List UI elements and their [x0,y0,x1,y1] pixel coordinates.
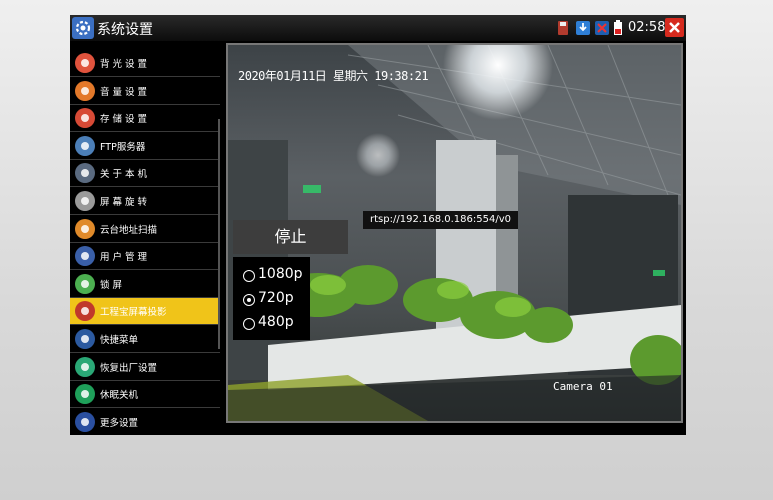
menu-item-label: 用 户 管 理 [100,252,148,264]
menu-item-label: 背 光 设 置 [100,59,148,70]
menu-item-label: 更多设置 [100,417,139,429]
download-icon [576,21,590,35]
stop-button[interactable]: 停止 [233,220,348,254]
battery-icon [614,20,622,35]
menu-item-label: 工程宝屏幕投影 [100,307,167,319]
radio-checked-icon [243,294,255,306]
close-button[interactable] [665,18,684,37]
menu-item-more[interactable]: 更多设置 [70,409,220,435]
title-bar: 系统设置 02:58 [70,15,686,41]
menu-item-backlight[interactable]: 背 光 设 置 [70,50,220,77]
menu-item-label: 音 量 设 置 [100,86,148,98]
menu-item-projection[interactable]: 工程宝屏幕投影 [70,298,220,326]
radio-unchecked-icon [243,318,255,330]
menu-item-label: 恢复出厂设置 [100,362,158,374]
menu-item-label: 休眠关机 [100,390,139,402]
ptz-scan-icon [75,218,95,239]
user-icon [75,246,95,267]
volume-icon [75,80,95,101]
more-icon [75,411,95,432]
projection-icon [75,301,95,322]
menu-item-rotate[interactable]: 屏 幕 旋 转 [70,188,220,215]
menu-item-ftp[interactable]: FTP服务器 [70,133,220,160]
network-icon [595,21,609,35]
restore-icon [75,356,95,377]
menu-item-lock[interactable]: 锁 屏 [70,271,220,298]
menu-item-label: 关 于 本 机 [100,169,148,181]
lock-icon [75,273,95,294]
shortcut-icon [75,329,95,349]
sd-card-icon [558,21,568,35]
menu-item-label: 快捷菜单 [100,335,139,346]
menu-item-label: 屏 幕 旋 转 [100,197,148,208]
resolution-panel: 1080p 720p 480p [233,257,310,340]
menu-item-shortcut[interactable]: 快捷菜单 [70,326,220,353]
device-screen: 系统设置 02:58 背 光 设 置音 量 设 置存 储 设 置 FTP服务器关 … [70,15,686,435]
menu-item-label: 锁 屏 [100,279,123,291]
menu-item-label: 云台地址扫描 [100,224,158,236]
resolution-label: 1080p [258,266,303,282]
rotate-icon [75,191,95,211]
menu-item-volume[interactable]: 音 量 设 置 [70,78,220,105]
settings-menu: 背 光 设 置音 量 设 置存 储 设 置 FTP服务器关 于 本 机屏 幕 旋 … [70,41,220,435]
menu-item-label: 存 储 设 置 [100,114,148,126]
rtsp-url: rtsp://192.168.0.186:554/v0 [363,211,518,229]
menu-item-sleep[interactable]: 休眠关机 [70,381,220,409]
sleep-icon [75,384,95,405]
storage-icon [75,108,95,129]
ftp-icon [75,135,95,156]
window-title: 系统设置 [97,22,153,38]
clock: 02:58 [628,20,666,35]
menu-item-about[interactable]: 关 于 本 机 [70,160,220,188]
radio-unchecked-icon [243,270,255,282]
settings-gear-icon [72,17,94,39]
menu-item-ptz-scan[interactable]: 云台地址扫描 [70,216,220,243]
menu-item-storage[interactable]: 存 储 设 置 [70,105,220,133]
backlight-icon [75,53,95,73]
close-icon [669,22,680,33]
menu-item-label: FTP服务器 [100,141,146,153]
video-timestamp: 2020年01月11日 星期六 19:38:21 [238,69,429,83]
menu-item-user[interactable]: 用 户 管 理 [70,243,220,271]
resolution-label: 480p [258,314,294,330]
about-icon [75,163,95,184]
camera-name: Camera 01 [553,380,613,393]
resolution-label: 720p [258,290,294,306]
menu-scrollbar[interactable] [218,119,220,349]
menu-item-restore[interactable]: 恢复出厂设置 [70,354,220,381]
